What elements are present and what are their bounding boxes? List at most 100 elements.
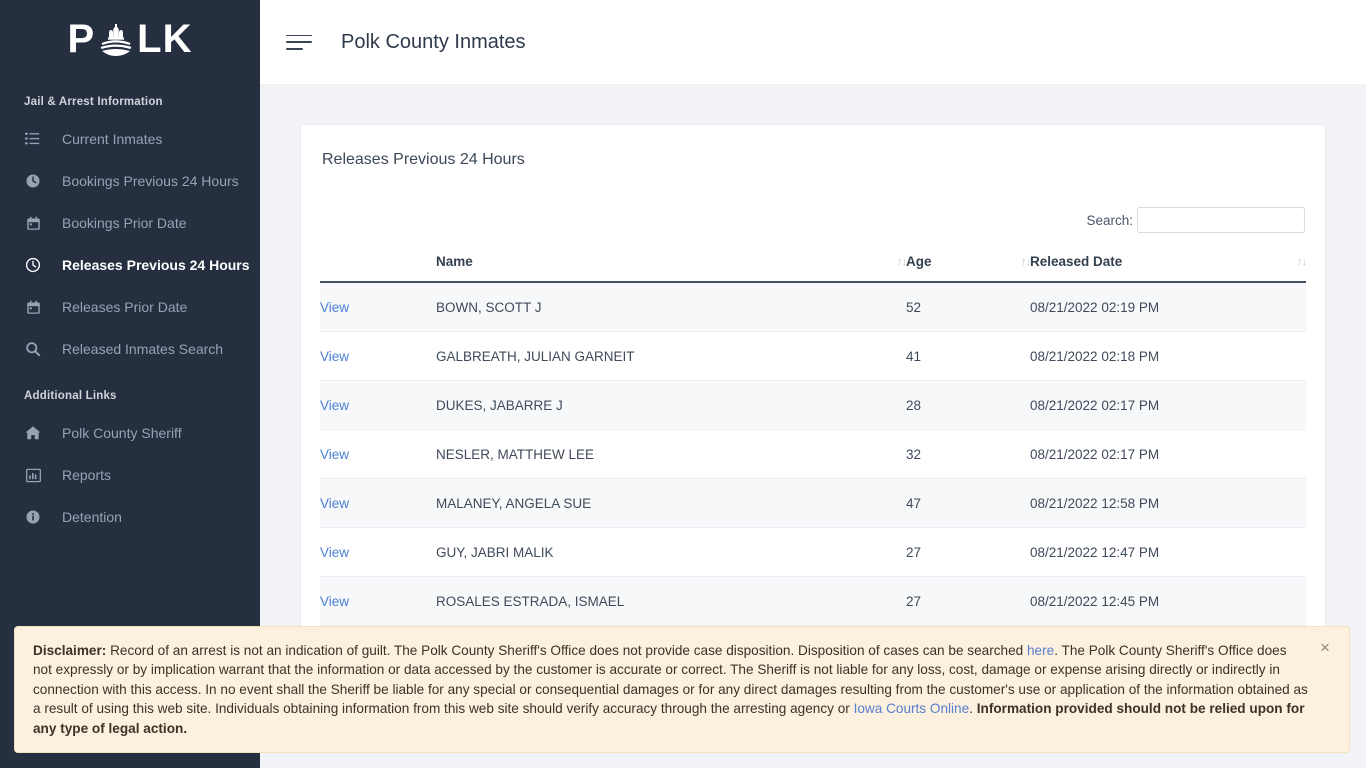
cell-age: 27	[906, 527, 1030, 577]
table-row: View MALANEY, ANGELA SUE 47 08/21/2022 12:5…	[320, 478, 1306, 528]
page-title: Polk County Inmates	[341, 30, 526, 53]
sidebar-item-label: Released Inmates Search	[62, 341, 224, 357]
cell-view: View	[320, 331, 436, 381]
home-icon	[24, 424, 42, 442]
info-circle-icon	[24, 508, 42, 526]
sidebar-item-bookings-previous-24-hours[interactable]: Bookings Previous 24 Hours	[0, 160, 260, 202]
hamburger-line	[286, 34, 312, 37]
cell-age: 52	[906, 282, 1030, 332]
table-header-row: Name ↑↓ Age ↑↓ Released Date ↑↓	[320, 254, 1307, 283]
sidebar-item-reports[interactable]: Reports	[0, 454, 260, 496]
cell-name: NESLER, MATTHEW LEE	[436, 429, 906, 479]
view-link[interactable]: View	[320, 594, 349, 609]
column-label-name: Name	[436, 254, 473, 269]
cell-name: ROSALES ESTRADA, ISMAEL	[436, 576, 906, 626]
cell-released-date: 08/21/2022 02:19 PM	[1030, 282, 1306, 332]
column-label-age: Age	[906, 254, 932, 269]
logo-text-left: P	[67, 17, 96, 61]
cell-name: GALBREATH, JULIAN GARNEIT	[436, 331, 906, 381]
view-link[interactable]: View	[320, 398, 349, 413]
cell-name: MALANEY, ANGELA SUE	[436, 478, 906, 528]
sidebar-item-detention[interactable]: Detention	[0, 496, 260, 538]
view-link[interactable]: View	[320, 496, 349, 511]
calendar-icon	[24, 298, 42, 316]
cell-released-date: 08/21/2022 12:45 PM	[1030, 576, 1306, 626]
view-link[interactable]: View	[320, 545, 349, 560]
disclaimer-link-iowa-courts-online[interactable]: Iowa Courts Online	[854, 701, 970, 716]
calendar-icon	[24, 214, 42, 232]
sort-icon-age[interactable]: ↑↓	[1021, 257, 1031, 269]
table-row: View GUY, JABRI MALIK 27 08/21/2022 12:47 P…	[320, 527, 1306, 577]
sidebar-item-current-inmates[interactable]: Current Inmates	[0, 118, 260, 160]
view-link[interactable]: View	[320, 300, 349, 315]
column-header-age[interactable]: Age ↑↓	[906, 254, 1031, 283]
list-icon	[24, 130, 42, 148]
disclaimer-lead: Disclaimer:	[33, 642, 107, 658]
sidebar-item-releases-prior-date[interactable]: Releases Prior Date	[0, 286, 260, 328]
view-link[interactable]: View	[320, 349, 349, 364]
column-header-released-date[interactable]: Released Date ↑↓	[1030, 254, 1307, 283]
hamburger-icon[interactable]	[286, 32, 312, 52]
table-row: View GALBREATH, JULIAN GARNEIT 41 08/21/202…	[320, 331, 1306, 381]
sidebar-item-label: Releases Prior Date	[62, 299, 188, 315]
logo-text-right: LK	[137, 17, 193, 61]
search-icon	[24, 340, 42, 358]
column-header-name[interactable]: Name ↑↓	[436, 254, 907, 283]
table-row: View BOWN, SCOTT J 52 08/21/2022 02:19 PM	[320, 282, 1306, 332]
cell-view: View	[320, 527, 436, 577]
search-label: Search:	[1086, 212, 1133, 228]
table-row: View DUKES, JABARRE J 28 08/21/2022 02:17 P…	[320, 380, 1306, 430]
column-label-released-date: Released Date	[1030, 254, 1123, 269]
sidebar-section-title-jail: Jail & Arrest Information	[24, 96, 163, 108]
cell-released-date: 08/21/2022 12:47 PM	[1030, 527, 1306, 577]
disclaimer-banner: Disclaimer: Record of an arrest is not a…	[14, 625, 1350, 753]
cell-released-date: 08/21/2022 02:18 PM	[1030, 331, 1306, 381]
sort-icon-name[interactable]: ↑↓	[897, 257, 907, 269]
hamburger-line	[286, 41, 312, 43]
sidebar-item-label: Bookings Prior Date	[62, 215, 187, 231]
cell-released-date: 08/21/2022 02:17 PM	[1030, 429, 1306, 479]
table-row: View NESLER, MATTHEW LEE 32 08/21/2022 02:1…	[320, 429, 1306, 479]
sidebar-item-label: Detention	[62, 509, 122, 525]
card-title: Releases Previous 24 Hours	[322, 151, 525, 168]
column-header-view	[320, 254, 436, 283]
cell-view: View	[320, 282, 436, 332]
disclaimer-link-here[interactable]: here	[1027, 643, 1054, 658]
sidebar-item-label: Polk County Sheriff	[62, 425, 182, 441]
cell-age: 47	[906, 478, 1030, 528]
close-icon[interactable]: ×	[1315, 638, 1335, 658]
disclaimer-text-1: Record of an arrest is not an indication…	[106, 642, 1027, 658]
cell-released-date: 08/21/2022 12:58 PM	[1030, 478, 1306, 528]
cell-name: GUY, JABRI MALIK	[436, 527, 906, 577]
clock-outline-icon	[24, 256, 42, 274]
sidebar-item-polk-county-sheriff[interactable]: Polk County Sheriff	[0, 412, 260, 454]
hamburger-line	[286, 47, 303, 50]
sidebar-item-label: Releases Previous 24 Hours	[62, 257, 250, 273]
clock-filled-icon	[24, 172, 42, 190]
cell-view: View	[320, 576, 436, 626]
chart-bar-icon	[24, 466, 42, 484]
sort-icon-released-date[interactable]: ↑↓	[1297, 257, 1307, 269]
table-head: Name ↑↓ Age ↑↓ Released Date ↑↓	[320, 254, 1307, 283]
cell-age: 32	[906, 429, 1030, 479]
cell-age: 27	[906, 576, 1030, 626]
cell-name: BOWN, SCOTT J	[436, 282, 906, 332]
releases-card: Releases Previous 24 Hours Search: Name …	[300, 124, 1326, 676]
releases-table: Name ↑↓ Age ↑↓ Released Date ↑↓ View BOW…	[320, 254, 1307, 675]
search-input[interactable]	[1137, 207, 1305, 233]
content-area: Releases Previous 24 Hours Search: Name …	[14, 85, 1366, 753]
sidebar-section-title-additional: Additional Links	[24, 390, 117, 402]
brand-logo[interactable]: P LK	[0, 0, 260, 72]
sidebar-item-bookings-prior-date[interactable]: Bookings Prior Date	[0, 202, 260, 244]
app-root: P LK Jail & Arrest Information Current I…	[0, 0, 1366, 768]
sidebar-item-label: Current Inmates	[62, 131, 163, 147]
cell-name: DUKES, JABARRE J	[436, 380, 906, 430]
sidebar-item-label: Reports	[62, 467, 112, 483]
top-header: Polk County Inmates	[260, 0, 1366, 85]
sidebar-item-released-inmates-search[interactable]: Released Inmates Search	[0, 328, 260, 370]
cell-age: 28	[906, 380, 1030, 430]
main-area: Polk County Inmates Releases Previous 24…	[14, 0, 1366, 768]
view-link[interactable]: View	[320, 447, 349, 462]
search-row: Search:	[320, 207, 1306, 233]
sidebar-item-releases-previous-24-hours[interactable]: Releases Previous 24 Hours	[0, 244, 260, 286]
